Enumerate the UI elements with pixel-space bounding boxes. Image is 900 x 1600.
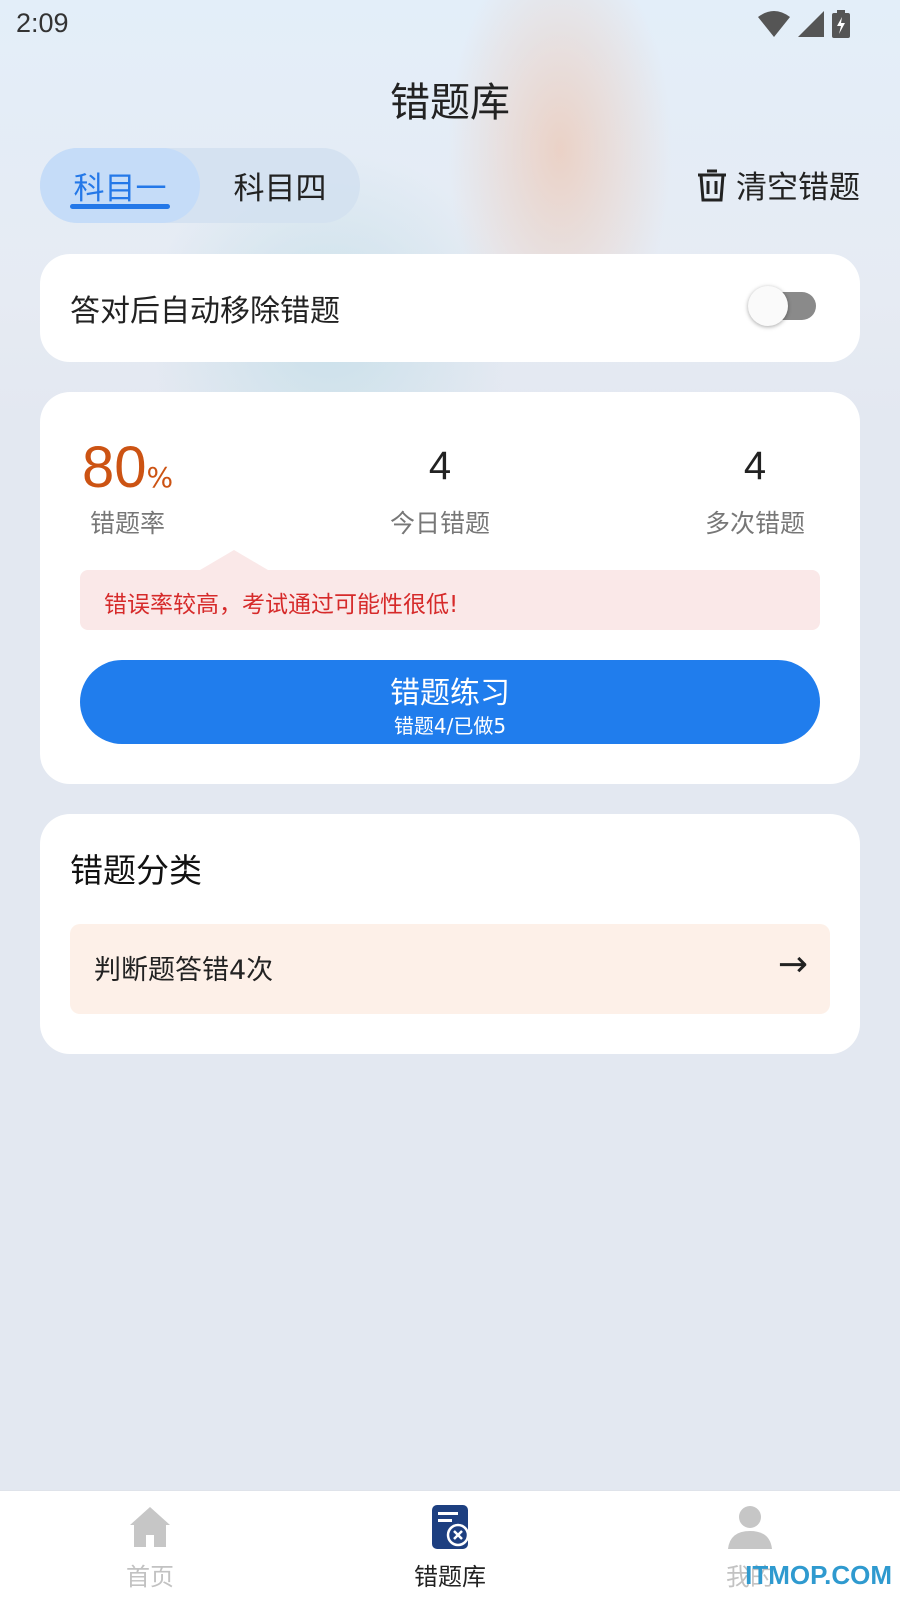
nav-item-wrong-questions[interactable]: 错题库	[350, 1501, 550, 1596]
watermark: ITMOP.COM	[745, 1560, 892, 1590]
trash-icon	[698, 169, 726, 201]
today-errors-label: 今日错题	[390, 509, 491, 538]
auto-remove-label: 答对后自动移除错题	[70, 294, 340, 329]
error-rate-label: 错题率	[90, 509, 166, 538]
error-practice-button[interactable]: 错题练习 错题4/已做5	[80, 660, 820, 744]
nav-label-home: 首页	[126, 1563, 174, 1591]
warning-banner: 错误率较高，考试通过可能性很低!	[80, 550, 820, 630]
nav-label-wrong-questions: 错题库	[414, 1563, 486, 1591]
error-rate-number: 80	[82, 435, 147, 500]
category-item[interactable]: 判断题答错4次 →	[70, 924, 830, 1014]
repeat-errors-label: 多次错题	[704, 509, 805, 538]
user-icon	[728, 1506, 772, 1549]
stats-card: 80% 错题率 4 今日错题 4 多次错题 错误率较高，考试通过可能性很低! 错…	[40, 392, 860, 784]
warning-pointer	[200, 550, 268, 570]
home-icon	[130, 1507, 170, 1547]
clear-errors-label: 清空错题	[736, 170, 860, 206]
auto-remove-card: 答对后自动移除错题	[40, 254, 860, 362]
auto-remove-switch[interactable]	[748, 286, 816, 326]
tab-subject-one[interactable]: 科目一	[40, 148, 200, 223]
subject-tabs: 科目一 科目四	[40, 148, 360, 223]
category-title: 错题分类	[70, 851, 202, 890]
tab-label: 科目一	[73, 171, 167, 207]
practice-subtitle: 错题4/已做5	[393, 714, 507, 738]
error-category-card: 错题分类 判断题答错4次 →	[40, 814, 860, 1054]
status-time: 2:09	[16, 8, 69, 38]
wrong-question-book-icon	[432, 1505, 470, 1549]
tab-label: 科目四	[233, 171, 327, 207]
today-errors-value: 4	[428, 444, 452, 488]
error-rate-value: 80%	[82, 434, 173, 501]
page-title: 错题库	[390, 80, 510, 126]
status-icons	[758, 10, 850, 38]
category-item-label: 判断题答错4次	[94, 955, 274, 986]
switch-knob	[748, 286, 788, 326]
status-bar: 2:09	[0, 0, 900, 50]
tab-active-indicator	[70, 204, 170, 209]
warning-text: 错误率较高，考试通过可能性很低!	[104, 592, 459, 618]
signal-icon	[798, 11, 824, 37]
battery-icon	[832, 10, 850, 38]
repeat-errors-value: 4	[743, 444, 767, 488]
clear-errors-button[interactable]: 清空错题	[696, 162, 860, 207]
wifi-icon	[758, 11, 790, 37]
tab-subject-four[interactable]: 科目四	[200, 148, 360, 223]
arrow-right-icon: →	[777, 944, 808, 985]
nav-item-home[interactable]: 首页	[50, 1501, 250, 1596]
error-rate-unit: %	[146, 461, 174, 494]
practice-title: 错题练习	[390, 676, 510, 711]
